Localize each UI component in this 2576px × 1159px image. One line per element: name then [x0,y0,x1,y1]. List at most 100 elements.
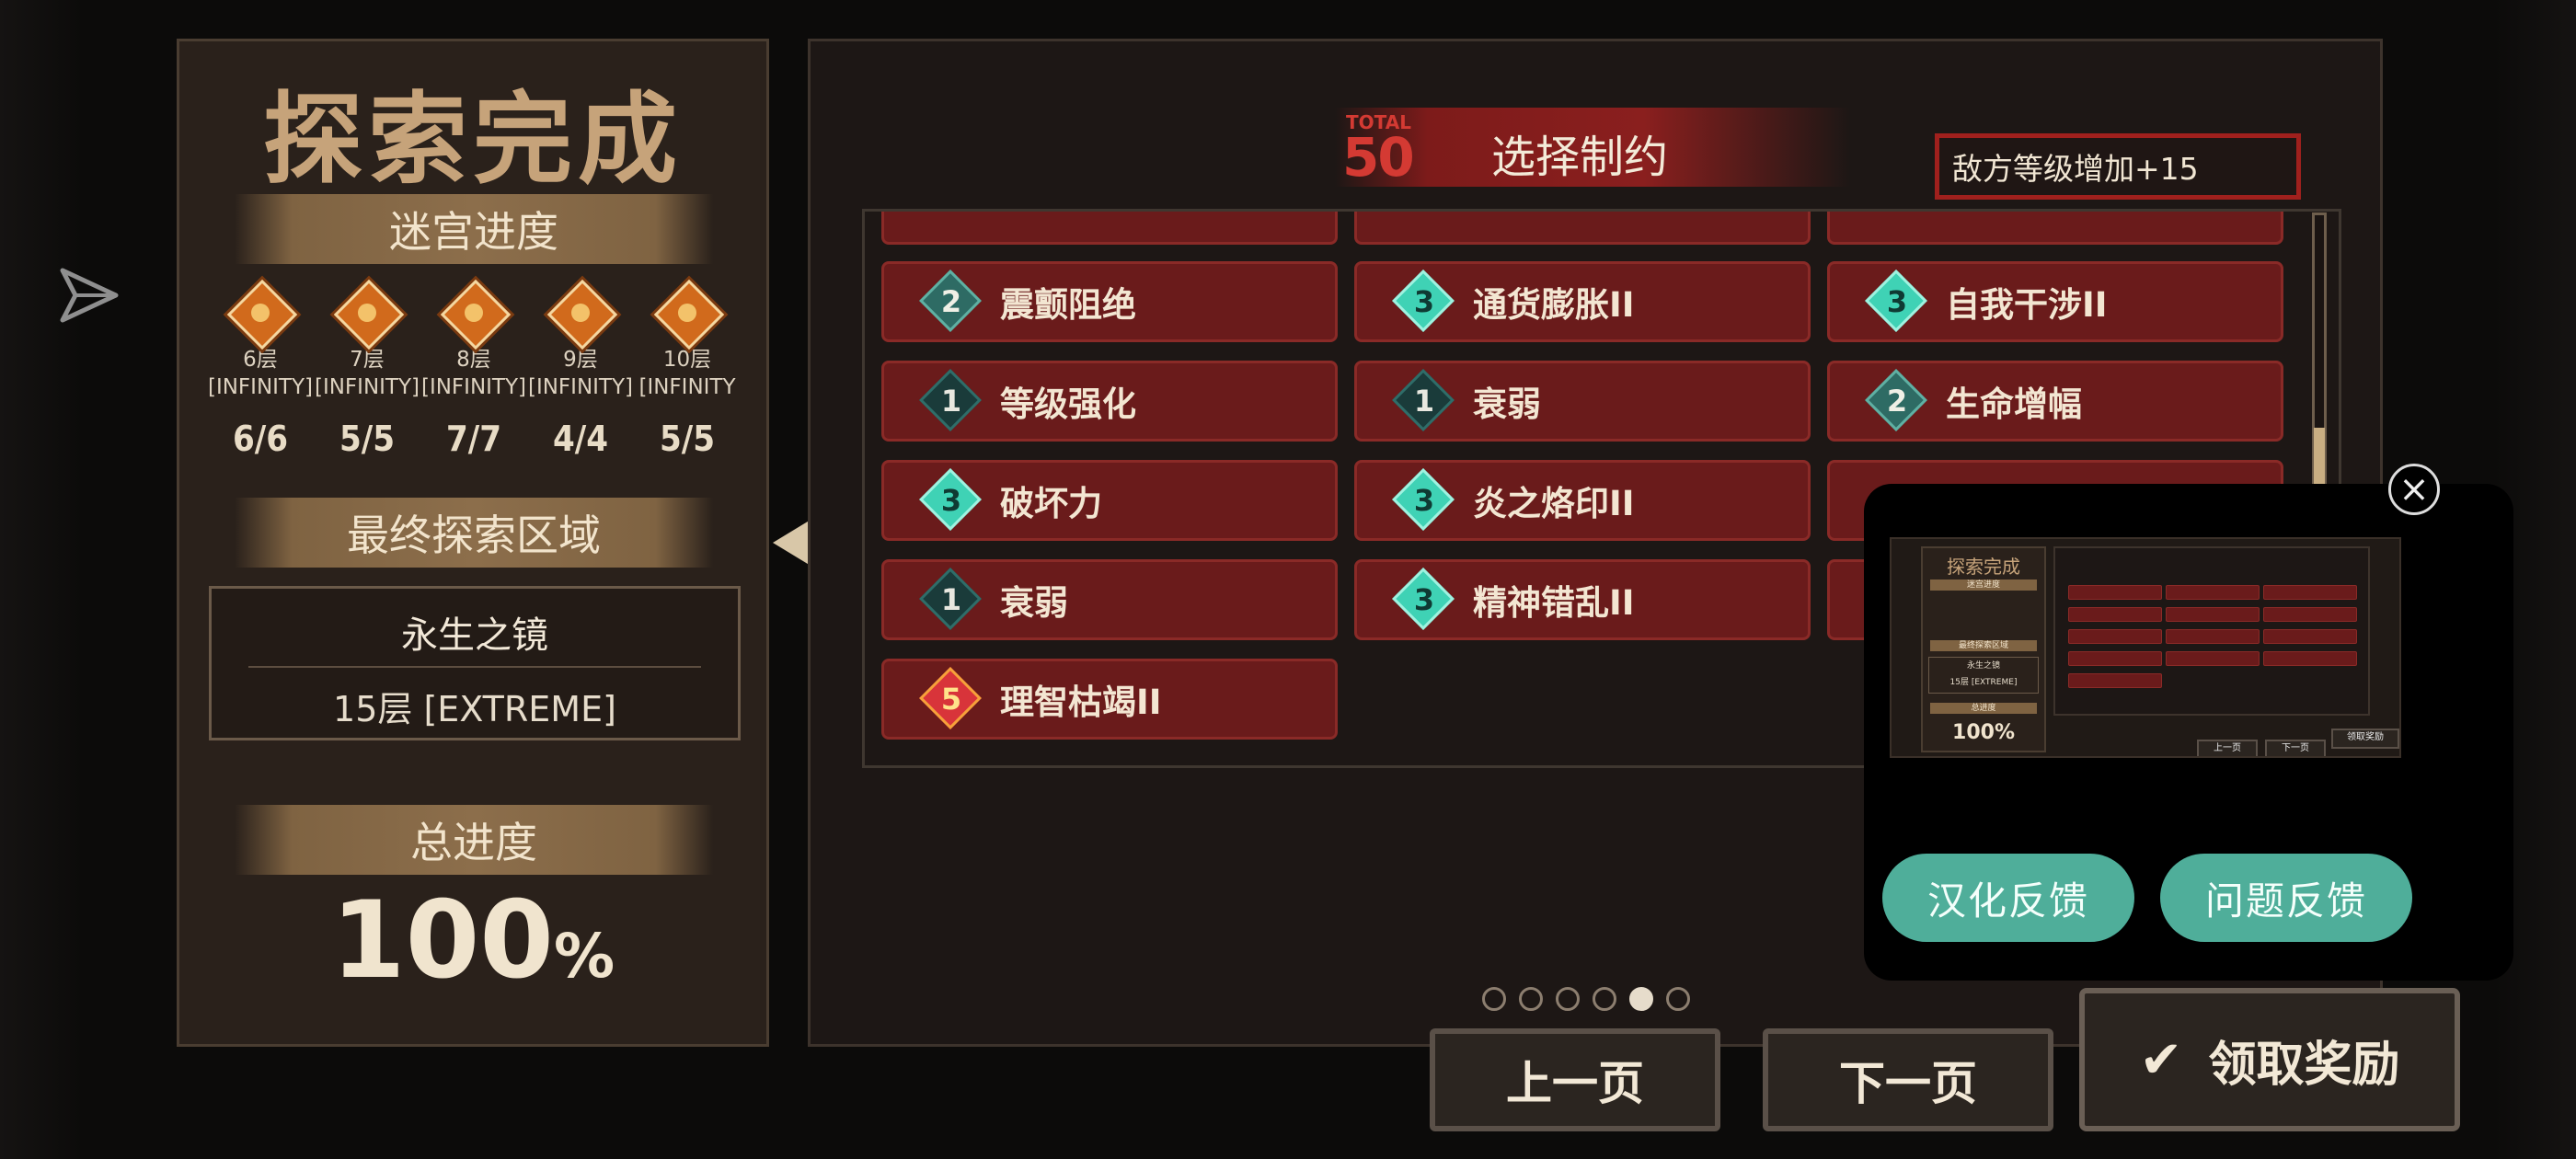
constraint-cell[interactable]: 3 精神错乱II [1354,559,1811,640]
floor-mode: [INFINITY] [314,375,420,399]
floor-count: 5/5 [339,419,396,459]
frame-left [0,0,83,1159]
constraint-cell[interactable]: 3 炎之烙印II [1354,460,1811,541]
floor-badge-icon [546,279,618,350]
constraint-cell[interactable]: 3 自我干涉II [1827,261,2283,342]
floor-progress-item: 6层 [INFINITY] 6/6 [207,279,314,459]
level-badge-icon: 3 [1392,468,1456,533]
select-constraint-title: 选择制约 [1491,132,1669,183]
floor-mode: [INFINITY] [527,375,634,399]
summary-panel: 探索完成 迷宫进度 6层 [INFINITY] 6/6 7层 [INFINITY… [177,39,769,1047]
constraint-cell[interactable]: 3 通货膨胀II [1354,261,1811,342]
constraint-cell[interactable]: 1 等级强化 [881,361,1338,442]
page-dot-active[interactable] [1629,987,1653,1011]
constraint-name: 等级强化 [1000,384,1136,424]
maze-progress-banner: 迷宫进度 [235,194,713,264]
page-dot[interactable] [1593,987,1616,1011]
constraint-name: 衰弱 [1473,384,1541,424]
issue-feedback-button[interactable]: 问题反馈 [2160,854,2412,942]
floor-name: 9层 [563,348,598,372]
level-badge-icon: 1 [919,369,983,433]
floor-name: 8层 [456,348,491,372]
claim-reward-button[interactable]: ✔ 领取奖励 [2079,988,2460,1131]
final-area-floor: 15层 [EXTREME] [333,689,616,729]
close-icon[interactable]: × [2388,464,2440,515]
thumb-total: 100% [1952,721,2015,744]
enemy-level-box: 敌方等级增加+15 [1935,133,2301,200]
constraint-cell[interactable]: 3 破坏力 [881,460,1338,541]
constraint-name: 生命增幅 [1946,384,2082,424]
thumb-area-box: 永生之镜 15层 [EXTREME] [1928,657,2039,694]
constraint-name: 理智枯竭II [1000,683,1162,722]
floor-count: 7/7 [445,419,502,459]
floor-progress-list: 6层 [INFINITY] 6/6 7层 [INFINITY] 5/5 8层 [… [207,279,741,459]
thumb-left-panel: 探索完成 迷宫进度 最终探索区域 永生之镜 15层 [EXTREME] 总进度 1… [1921,546,2046,752]
thumb-right-panel [2053,546,2370,716]
previous-page-button[interactable]: 上一页 [1430,1028,1720,1131]
final-area-box: 永生之镜 15层 [EXTREME] [209,586,741,740]
floor-count: 4/4 [552,419,609,459]
constraint-name: 衰弱 [1000,583,1068,623]
level-badge-icon: 3 [1392,568,1456,632]
level-badge-icon: 1 [919,568,983,632]
floor-badge-icon [333,279,405,350]
floor-progress-item: 9层 [INFINITY] 4/4 [527,279,634,459]
constraint-name: 震颤阻绝 [1000,285,1136,325]
floor-count: 5/5 [659,419,716,459]
total-progress-value: 100% [330,878,615,1003]
localization-feedback-button[interactable]: 汉化反馈 [1882,854,2134,942]
level-badge-icon: 2 [919,270,983,334]
thumb-title: 探索完成 [1947,556,2020,578]
total-value: 50 [1342,126,1415,189]
page-dot[interactable] [1482,987,1506,1011]
constraint-cell[interactable]: 5 理智枯竭II [881,659,1338,740]
floor-count: 6/6 [232,419,289,459]
level-badge-icon: 2 [1865,369,1929,433]
level-badge-icon: 5 [919,667,983,731]
constraint-name: 破坏力 [1000,484,1102,523]
floor-name: 7层 [350,348,385,372]
level-badge-icon: 3 [1392,270,1456,334]
constraint-name: 通货膨胀II [1473,285,1635,325]
page-dot[interactable] [1519,987,1543,1011]
floor-mode: [INFINITY [638,375,736,399]
level-badge-icon: 1 [1392,369,1456,433]
floor-progress-item: 8层 [INFINITY] 7/7 [420,279,527,459]
divider [248,666,701,668]
floor-progress-item: 10层 [INFINITY 5/5 [634,279,741,459]
constraint-cell[interactable]: 1 衰弱 [881,559,1338,640]
checkmark-icon: ✔ [2139,1029,2183,1090]
constraint-name: 精神错乱II [1473,583,1635,623]
level-badge-icon: 3 [1865,270,1929,334]
floor-progress-item: 7层 [INFINITY] 5/5 [314,279,420,459]
floor-name: 6层 [243,348,278,372]
exploration-complete-title: 探索完成 [262,83,683,198]
constraint-cell[interactable]: 2 生命增幅 [1827,361,2283,442]
thumb-prev-button: 上一页 [2197,740,2258,756]
floor-name: 10层 [662,348,712,372]
thumb-maze-label: 迷宫进度 [1930,580,2037,591]
constraint-cell[interactable]: 2 震颤阻绝 [881,261,1338,342]
share-icon[interactable] [57,263,121,327]
total-progress-banner: 总进度 [235,805,713,875]
claim-reward-label: 领取奖励 [2208,1037,2400,1093]
floor-badge-icon [226,279,298,350]
constraint-cell-partial[interactable] [1354,212,1811,245]
constraint-cell-partial[interactable] [1827,212,2283,245]
floor-mode: [INFINITY] [420,375,527,399]
constraint-cell-partial[interactable] [881,212,1338,245]
floor-badge-icon [440,279,512,350]
constraint-cell[interactable]: 1 衰弱 [1354,361,1811,442]
screenshot-thumbnail: 探索完成 迷宫进度 最终探索区域 永生之镜 15层 [EXTREME] 总进度 1… [1890,537,2401,758]
final-area-name: 永生之镜 [401,614,548,657]
next-page-button[interactable]: 下一页 [1763,1028,2053,1131]
final-area-banner: 最终探索区域 [235,498,713,568]
constraint-name: 炎之烙印II [1473,484,1635,523]
page-dot[interactable] [1556,987,1580,1011]
thumb-next-button: 下一页 [2265,740,2326,756]
level-badge-icon: 3 [919,468,983,533]
constraint-name: 自我干涉II [1946,285,2108,325]
thumb-claim-button: 领取奖励 [2331,729,2399,749]
floor-mode: [INFINITY] [207,375,314,399]
page-dot[interactable] [1666,987,1690,1011]
